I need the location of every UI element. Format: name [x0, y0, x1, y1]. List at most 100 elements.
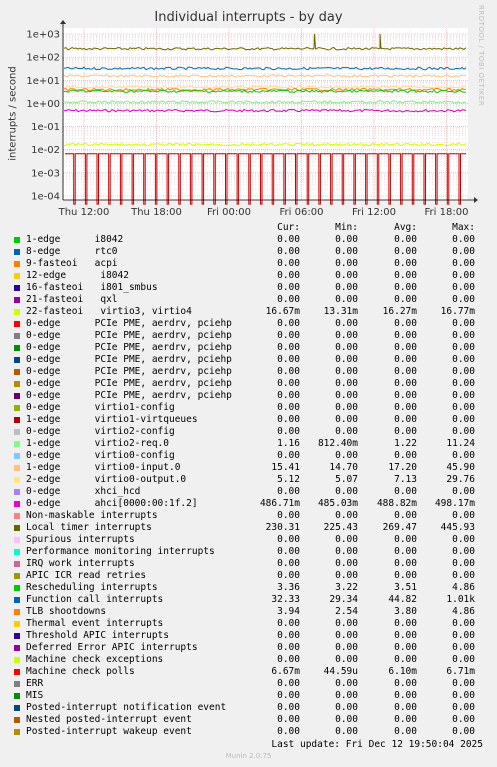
legend-avg: 0.00 [394, 318, 417, 329]
legend-min: 0.00 [335, 402, 358, 413]
legend-cur: 0.00 [277, 654, 300, 665]
legend-swatch [14, 693, 20, 699]
legend-row: 0-edge PCIe PME, aerdrv, pciehp 0.00 0.00 0… [0, 390, 497, 402]
legend-min: 0.00 [335, 726, 358, 737]
legend-label: 21-fasteoi qxl [26, 294, 118, 305]
legend-max: 11.24 [446, 438, 475, 449]
legend-cur: 0.00 [277, 450, 300, 461]
legend-min: 0.00 [335, 558, 358, 569]
legend-min: 0.00 [335, 390, 358, 401]
legend-cur: 1.16 [277, 438, 300, 449]
x-tick-label: Thu 18:00 [130, 207, 182, 218]
legend-swatch [14, 453, 20, 459]
legend-avg: 0.00 [394, 258, 417, 269]
legend-swatch [14, 285, 20, 291]
legend-swatch [14, 357, 20, 363]
legend-avg: 7.13 [394, 474, 417, 485]
legend-avg: 1.22 [394, 438, 417, 449]
legend-avg: 0.00 [394, 378, 417, 389]
legend-min: 0.00 [335, 642, 358, 653]
legend-swatch [14, 681, 20, 687]
legend-row: 0-edge PCIe PME, aerdrv, pciehp 0.00 0.00 0… [0, 354, 497, 366]
legend-min: 0.00 [335, 378, 358, 389]
legend-max: 0.00 [452, 294, 475, 305]
legend-max: 445.93 [440, 522, 475, 533]
legend-cur: 0.00 [277, 570, 300, 581]
legend-row: APIC ICR read retries 0.00 0.00 0.00 0.00 [0, 570, 497, 582]
legend-cur: 0.00 [277, 726, 300, 737]
legend-avg: 0.00 [394, 234, 417, 245]
legend-min: 0.00 [335, 690, 358, 701]
legend-row: 0-edge ahci[0000:00:1f.2] 486.71m 485.03m 4… [0, 498, 497, 510]
legend-cur: 0.00 [277, 714, 300, 725]
legend-row: 16-fasteoi i801_smbus 0.00 0.00 0.00 0.00 [0, 282, 497, 294]
legend-row: Deferred Error APIC interrupts 0.00 0.00 0.… [0, 642, 497, 654]
legend-cur: 0.00 [277, 354, 300, 365]
legend-cur: 0.00 [277, 294, 300, 305]
x-tick-label: Fri 06:00 [280, 207, 324, 218]
legend-avg: 0.00 [394, 618, 417, 629]
legend-max: 0.00 [452, 702, 475, 713]
legend-max: 0.00 [452, 714, 475, 725]
legend-max: 0.00 [452, 354, 475, 365]
y-tick-label: 1e+02 [26, 53, 60, 64]
legend-cur: 0.00 [277, 258, 300, 269]
legend-cur: 5.12 [277, 474, 300, 485]
legend-min: 0.00 [335, 270, 358, 281]
munin-version: Munin 2.0.75 [225, 752, 272, 760]
legend-max: 0.00 [452, 378, 475, 389]
legend-min: 0.00 [335, 654, 358, 665]
legend-min: 0.00 [335, 678, 358, 689]
legend-row: Nested posted-interrupt event 0.00 0.00 0.0… [0, 714, 497, 726]
legend-avg: 488.82m [376, 498, 417, 509]
legend-swatch [14, 573, 20, 579]
legend-cur: 230.31 [265, 522, 300, 533]
legend-avg: 0.00 [394, 426, 417, 437]
legend-avg: 0.00 [394, 390, 417, 401]
legend-label: 0-edge PCIe PME, aerdrv, pciehp [26, 342, 232, 353]
legend-row: ERR 0.00 0.00 0.00 0.00 [0, 678, 497, 690]
legend-label: Posted-interrupt wakeup event [26, 726, 192, 737]
legend-max: 0.00 [452, 270, 475, 281]
legend-label: Performance monitoring interrupts [26, 546, 215, 557]
legend-swatch [14, 597, 20, 603]
legend-swatch [14, 261, 20, 267]
legend-swatch [14, 501, 20, 507]
legend-swatch [14, 309, 20, 315]
legend-row: 1-edge virtio2-req.0 1.16 812.40m 1.22 11.24 [0, 438, 497, 450]
legend-row: IRQ work interrupts 0.00 0.00 0.00 0.00 [0, 558, 497, 570]
legend-label: Rescheduling interrupts [26, 582, 158, 593]
legend-max: 0.00 [452, 258, 475, 269]
legend-row: 1-edge virtio0-input.0 15.41 14.70 17.20 45.… [0, 462, 497, 474]
legend-label: Nested posted-interrupt event [26, 714, 192, 725]
legend-avg: 0.00 [394, 534, 417, 545]
legend-cur: 0.00 [277, 558, 300, 569]
legend-swatch [14, 513, 20, 519]
legend-avg: 0.00 [394, 570, 417, 581]
legend-label: Machine check exceptions [26, 654, 164, 665]
legend-cur: 3.36 [277, 582, 300, 593]
legend-min: 812.40m [317, 438, 358, 449]
legend-min: 0.00 [335, 630, 358, 641]
legend-avg: 0.00 [394, 678, 417, 689]
legend-min: 2.54 [335, 606, 358, 617]
legend-max: 0.00 [452, 558, 475, 569]
legend-label: 9-fasteoi acpi [26, 258, 118, 269]
legend-max: 0.00 [452, 654, 475, 665]
legend-swatch [14, 393, 20, 399]
legend-max: 0.00 [452, 726, 475, 737]
legend-cur: 0.00 [277, 378, 300, 389]
legend-swatch [14, 297, 20, 303]
legend-avg: 0.00 [394, 510, 417, 521]
legend-swatch [14, 585, 20, 591]
legend-swatch [14, 561, 20, 567]
legend-row: Performance monitoring interrupts 0.00 0.0… [0, 546, 497, 558]
legend-min: 3.22 [335, 582, 358, 593]
legend-swatch [14, 369, 20, 375]
y-tick-label: 1e-01 [31, 122, 60, 133]
legend-swatch [14, 717, 20, 723]
legend-swatch [14, 417, 20, 423]
legend-cur: 0.00 [277, 390, 300, 401]
legend-row: 0-edge xhci_hcd 0.00 0.00 0.00 0.00 [0, 486, 497, 498]
x-tick-label: Fri 12:00 [352, 207, 396, 218]
